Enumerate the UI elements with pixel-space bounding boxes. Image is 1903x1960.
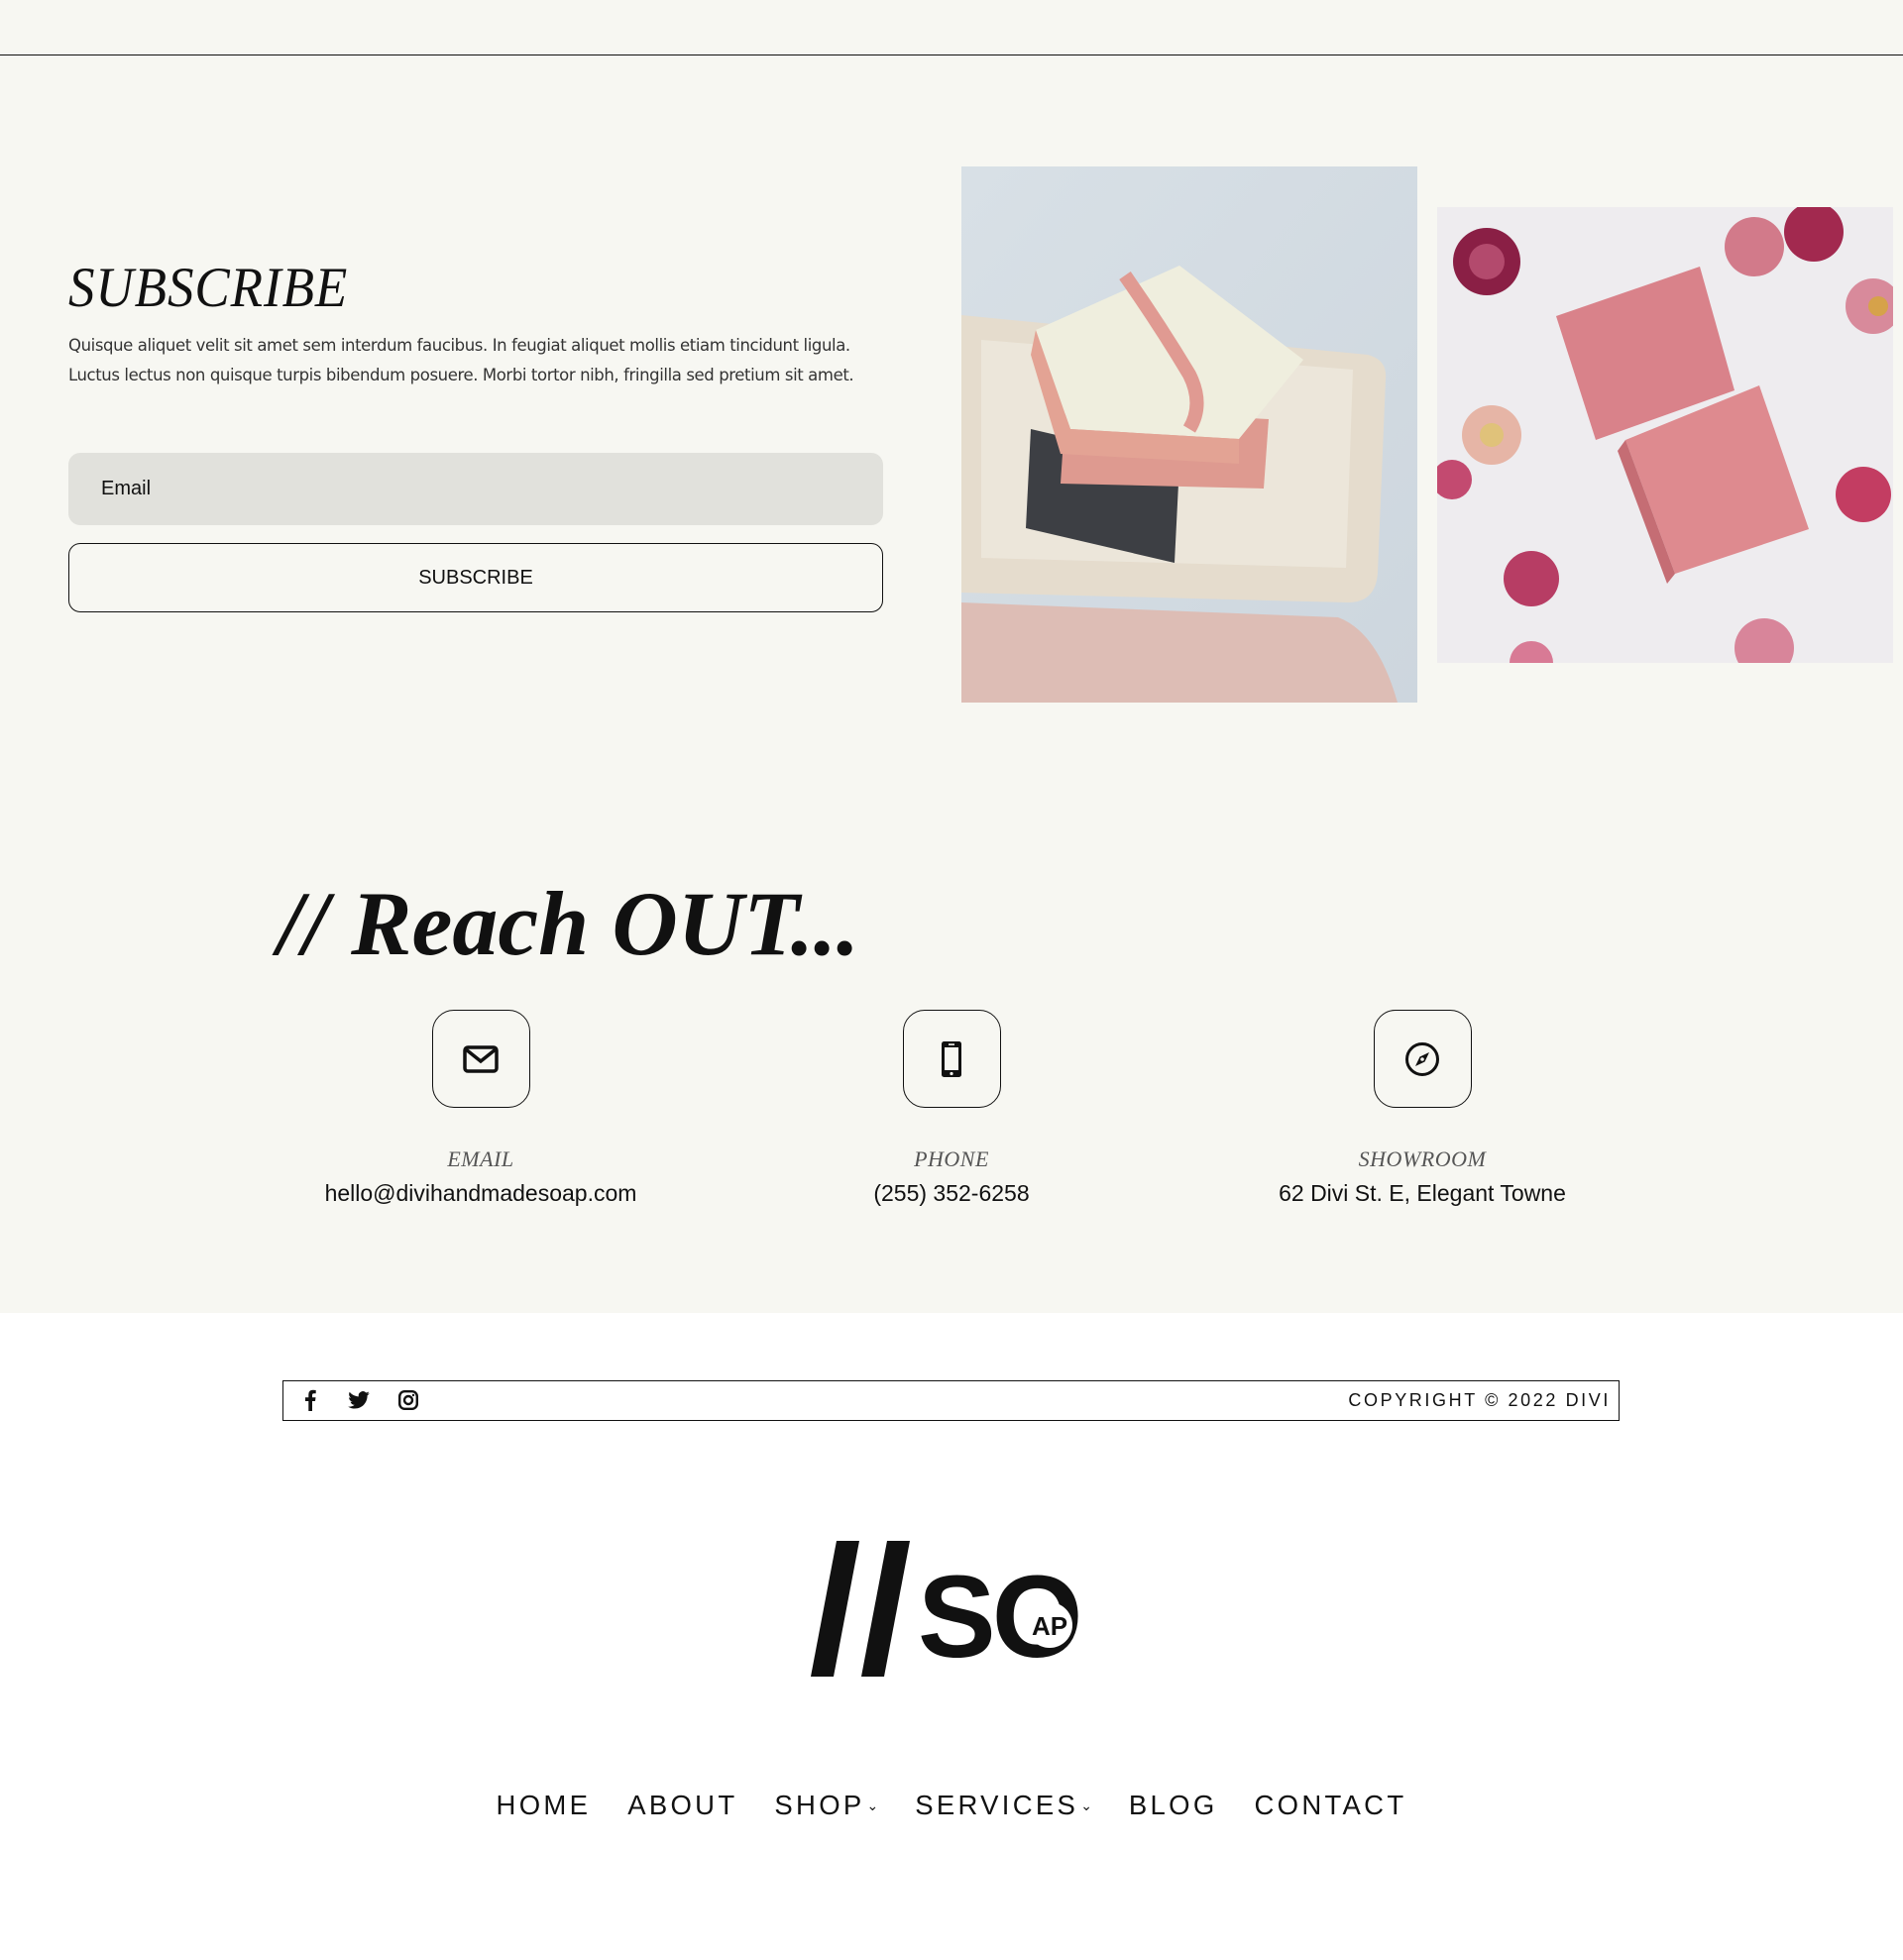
nav-item-contact[interactable]: CONTACT: [1254, 1790, 1406, 1821]
envelope-icon: [463, 1044, 499, 1073]
subscribe-button[interactable]: SUBSCRIBE: [68, 543, 883, 612]
top-divider: [0, 54, 1903, 55]
nav-label: SERVICES: [915, 1790, 1079, 1820]
pink-soap-with-flowers-photo: [1437, 207, 1893, 663]
footer-bar: COPYRIGHT © 2022 DIVI: [282, 1380, 1620, 1421]
logo-slashes: [811, 1541, 910, 1677]
twitter-link[interactable]: [345, 1381, 373, 1419]
phone-icon-button[interactable]: [902, 1010, 1001, 1108]
email-icon-button[interactable]: [431, 1010, 530, 1108]
footer-navigation: HOME ABOUT SHOP ⌄ SERVICES ⌄ BLOG CONTACT: [0, 1790, 1903, 1821]
site-logo[interactable]: SO AP: [811, 1538, 1092, 1683]
phone-number-link[interactable]: (255) 352-6258: [714, 1178, 1189, 1208]
facebook-link[interactable]: [296, 1381, 324, 1419]
nav-label: CONTACT: [1254, 1790, 1407, 1820]
subscribe-description: Quisque aliquet velit sit amet sem inter…: [68, 336, 854, 384]
nav-item-shop[interactable]: SHOP ⌄: [774, 1790, 878, 1821]
copyright-text: COPYRIGHT © 2022 DIVI: [1348, 1390, 1611, 1410]
nav-label: HOME: [496, 1790, 592, 1820]
smartphone-icon: [942, 1040, 961, 1077]
nav-label: ABOUT: [627, 1790, 738, 1820]
showroom-address: 62 Divi St. E, Elegant Towne: [1279, 1180, 1566, 1206]
nav-label: SHOP: [774, 1790, 865, 1820]
email-input[interactable]: [68, 453, 883, 525]
email-address-link[interactable]: hello@divihandmadesoap.com: [243, 1178, 719, 1208]
contact-label: EMAIL: [447, 1146, 514, 1171]
nav-label: BLOG: [1128, 1790, 1218, 1820]
compass-icon: [1405, 1041, 1439, 1076]
twitter-icon: [348, 1391, 370, 1409]
logo-ap-text: AP: [1032, 1611, 1067, 1641]
contact-label: PHONE: [914, 1146, 989, 1171]
contact-showroom: SHOWROOM 62 Divi St. E, Elegant Towne: [1184, 1010, 1660, 1208]
nav-item-about[interactable]: ABOUT: [627, 1790, 737, 1821]
chevron-down-icon: ⌄: [866, 1797, 879, 1813]
reach-out-heading: // Reach OUT...: [278, 873, 859, 974]
contact-phone: PHONE (255) 352-6258: [714, 1010, 1189, 1208]
chevron-down-icon: ⌄: [1080, 1797, 1092, 1813]
subscribe-heading: SUBSCRIBE: [68, 257, 349, 319]
nav-item-blog[interactable]: BLOG: [1129, 1790, 1218, 1821]
facebook-icon: [305, 1389, 316, 1411]
showroom-icon-button[interactable]: [1373, 1010, 1472, 1108]
nav-item-services[interactable]: SERVICES ⌄: [915, 1790, 1092, 1821]
contact-label: SHOWROOM: [1358, 1146, 1487, 1171]
instagram-icon: [398, 1390, 418, 1410]
contact-email: EMAIL hello@divihandmadesoap.com: [243, 1010, 719, 1208]
instagram-link[interactable]: [394, 1381, 422, 1419]
nav-item-home[interactable]: HOME: [497, 1790, 592, 1821]
stacked-soap-bars-photo: [961, 166, 1417, 703]
